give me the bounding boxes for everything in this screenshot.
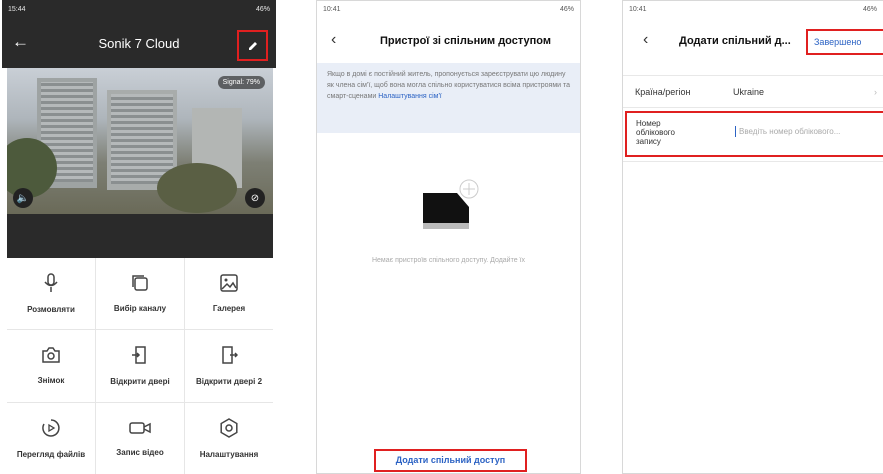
open-door-button[interactable]: Відкрити двері bbox=[96, 330, 184, 402]
action-grid: Розмовляти Вибір каналу Галерея Знімок В… bbox=[7, 258, 273, 474]
country-value[interactable]: Ukraine bbox=[733, 87, 764, 97]
action-label: Перегляд файлів bbox=[16, 449, 86, 459]
open-door-2-button[interactable]: Відкрити двері 2 bbox=[185, 330, 273, 402]
mute-icon[interactable]: ⊘ bbox=[245, 188, 265, 208]
back-chevron-icon[interactable]: ‹ bbox=[331, 31, 336, 49]
account-row: Номер облікового запису bbox=[625, 111, 883, 157]
top-bar: 15:44 46% ← Sonik 7 Cloud bbox=[2, 0, 276, 68]
action-label: Відкрити двері bbox=[110, 377, 170, 387]
country-label: Країна/регіон bbox=[635, 87, 691, 97]
action-label: Відкрити двері 2 bbox=[195, 377, 263, 387]
add-sharing-screen: 10:41 46% ‹ Додати спільний д... Заверше… bbox=[622, 0, 883, 474]
status-time: 10:41 bbox=[323, 6, 341, 13]
door-icon bbox=[132, 346, 146, 365]
divider bbox=[623, 75, 883, 76]
chevron-right-icon[interactable]: › bbox=[874, 87, 877, 97]
door-icon bbox=[222, 346, 238, 365]
playback-button[interactable]: Перегляд файлів bbox=[7, 402, 95, 474]
divider bbox=[623, 161, 883, 162]
status-bar: 10:41 46% bbox=[317, 1, 580, 21]
header: 10:41 46% ‹ Пристрої зі спільним доступо… bbox=[317, 1, 580, 57]
page-title: Додати спільний д... bbox=[679, 35, 791, 47]
action-label: Розмовляти bbox=[27, 305, 75, 315]
talk-button[interactable]: Розмовляти bbox=[7, 258, 95, 330]
empty-illustration-icon bbox=[423, 179, 479, 229]
status-battery: 46% bbox=[255, 6, 270, 13]
action-label: Запис відео bbox=[116, 447, 164, 457]
pencil-icon bbox=[248, 41, 257, 50]
channel-icon bbox=[132, 275, 148, 291]
status-bar: 15:44 46% bbox=[2, 0, 276, 20]
record-video-button[interactable]: Запис відео bbox=[96, 402, 184, 474]
account-label: Номер облікового запису bbox=[636, 119, 675, 146]
empty-message: Немає пристроїв спільного доступу. Додай… bbox=[371, 257, 526, 264]
status-battery: 46% bbox=[559, 6, 574, 13]
channel-button[interactable]: Вибір каналу bbox=[96, 258, 184, 330]
family-settings-link[interactable]: Налаштування сім'ї bbox=[378, 93, 441, 100]
signal-badge: Signal: 79% bbox=[217, 76, 265, 89]
settings-button[interactable]: Налаштування bbox=[185, 402, 273, 474]
microphone-icon bbox=[44, 273, 58, 293]
snapshot-button[interactable]: Знімок bbox=[7, 330, 95, 402]
status-time: 10:41 bbox=[629, 6, 647, 13]
action-label: Галерея bbox=[212, 304, 246, 314]
page-title: Пристрої зі спільним доступом bbox=[379, 35, 552, 47]
tree bbox=[157, 163, 237, 213]
shared-devices-screen: 10:41 46% ‹ Пристрої зі спільним доступо… bbox=[316, 0, 581, 474]
back-chevron-icon[interactable]: ‹ bbox=[643, 31, 648, 49]
gear-icon bbox=[220, 417, 238, 438]
done-button[interactable]: Завершено bbox=[806, 29, 883, 55]
action-label: Налаштування bbox=[199, 449, 259, 459]
add-sharing-button[interactable]: Додати спільний доступ bbox=[374, 449, 527, 472]
action-label: Знімок bbox=[37, 376, 65, 386]
control-strip bbox=[7, 214, 273, 258]
camera-preview[interactable]: Signal: 79% 🔈 ⊘ bbox=[7, 68, 273, 214]
building-windows bbox=[111, 94, 173, 184]
status-bar: 10:41 46% bbox=[623, 1, 883, 21]
page-title: Sonik 7 Cloud bbox=[98, 36, 180, 51]
edit-button[interactable] bbox=[237, 30, 268, 61]
divider bbox=[623, 107, 883, 108]
info-text: Якщо в домі є постійний житель, пропонує… bbox=[327, 71, 571, 100]
camera-screen: 15:44 46% ← Sonik 7 Cloud Signal: 79% 🔈 … bbox=[2, 0, 276, 474]
gallery-icon bbox=[220, 274, 238, 292]
status-time: 15:44 bbox=[8, 6, 26, 13]
account-input[interactable] bbox=[735, 126, 883, 137]
gallery-button[interactable]: Галерея bbox=[185, 258, 273, 330]
video-record-icon bbox=[129, 422, 151, 434]
action-label: Вибір каналу bbox=[113, 304, 167, 314]
playback-icon bbox=[42, 419, 60, 437]
camera-icon bbox=[42, 347, 60, 364]
speaker-icon[interactable]: 🔈 bbox=[13, 188, 33, 208]
status-battery: 46% bbox=[862, 6, 877, 13]
info-banner: Якщо в домі є постійний житель, пропонує… bbox=[317, 63, 580, 133]
